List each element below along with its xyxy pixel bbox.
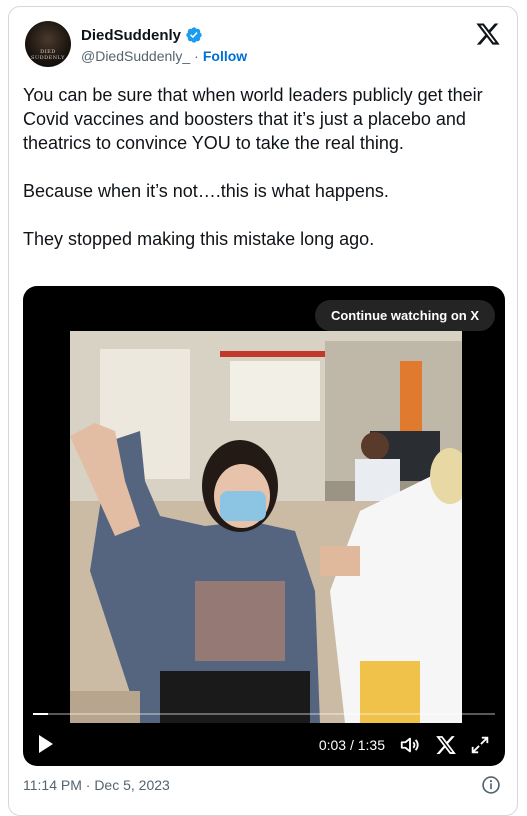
continue-watching-button[interactable]: Continue watching on X [314,300,495,331]
separator-dot: · [194,48,199,64]
tweet-card: DIED SUDDENLY DiedSuddenly @DiedSuddenly… [8,6,518,816]
play-icon[interactable] [37,733,55,755]
avatar-logo-text: DIED SUDDENLY [31,49,65,61]
x-logo-small-icon[interactable] [435,734,457,756]
tweet-timestamp[interactable]: 11:14 PM · Dec 5, 2023 [23,777,170,793]
expand-icon[interactable] [469,734,491,756]
video-controls: 0:03 / 1:35 [23,726,505,766]
author-name-row: DiedSuddenly [81,26,203,44]
follow-link[interactable]: Follow [203,48,247,64]
tweet-text: You can be sure that when world leaders … [23,83,513,251]
author-display-name[interactable]: DiedSuddenly [81,27,181,44]
video-progress-fill [33,713,48,715]
tweet-paragraph-1: You can be sure that when world leaders … [23,85,483,153]
video-progress-bar[interactable] [33,713,495,715]
info-icon[interactable] [481,775,501,795]
verified-badge-icon [186,27,202,43]
video-player[interactable]: Continue watching on X 0:03 / 1:35 [23,286,505,766]
video-time: 0:03 / 1:35 [318,737,385,753]
x-logo-icon[interactable] [475,21,501,47]
tweet-paragraph-2: Because when it’s not….this is what happ… [23,181,389,201]
volume-icon[interactable] [399,734,421,756]
video-frame[interactable] [70,331,462,723]
tweet-paragraph-3: They stopped making this mistake long ag… [23,229,375,249]
author-handle[interactable]: @DiedSuddenly_ [81,48,190,64]
author-handle-row: @DiedSuddenly_ · Follow [81,48,247,64]
avatar[interactable]: DIED SUDDENLY [25,21,71,67]
